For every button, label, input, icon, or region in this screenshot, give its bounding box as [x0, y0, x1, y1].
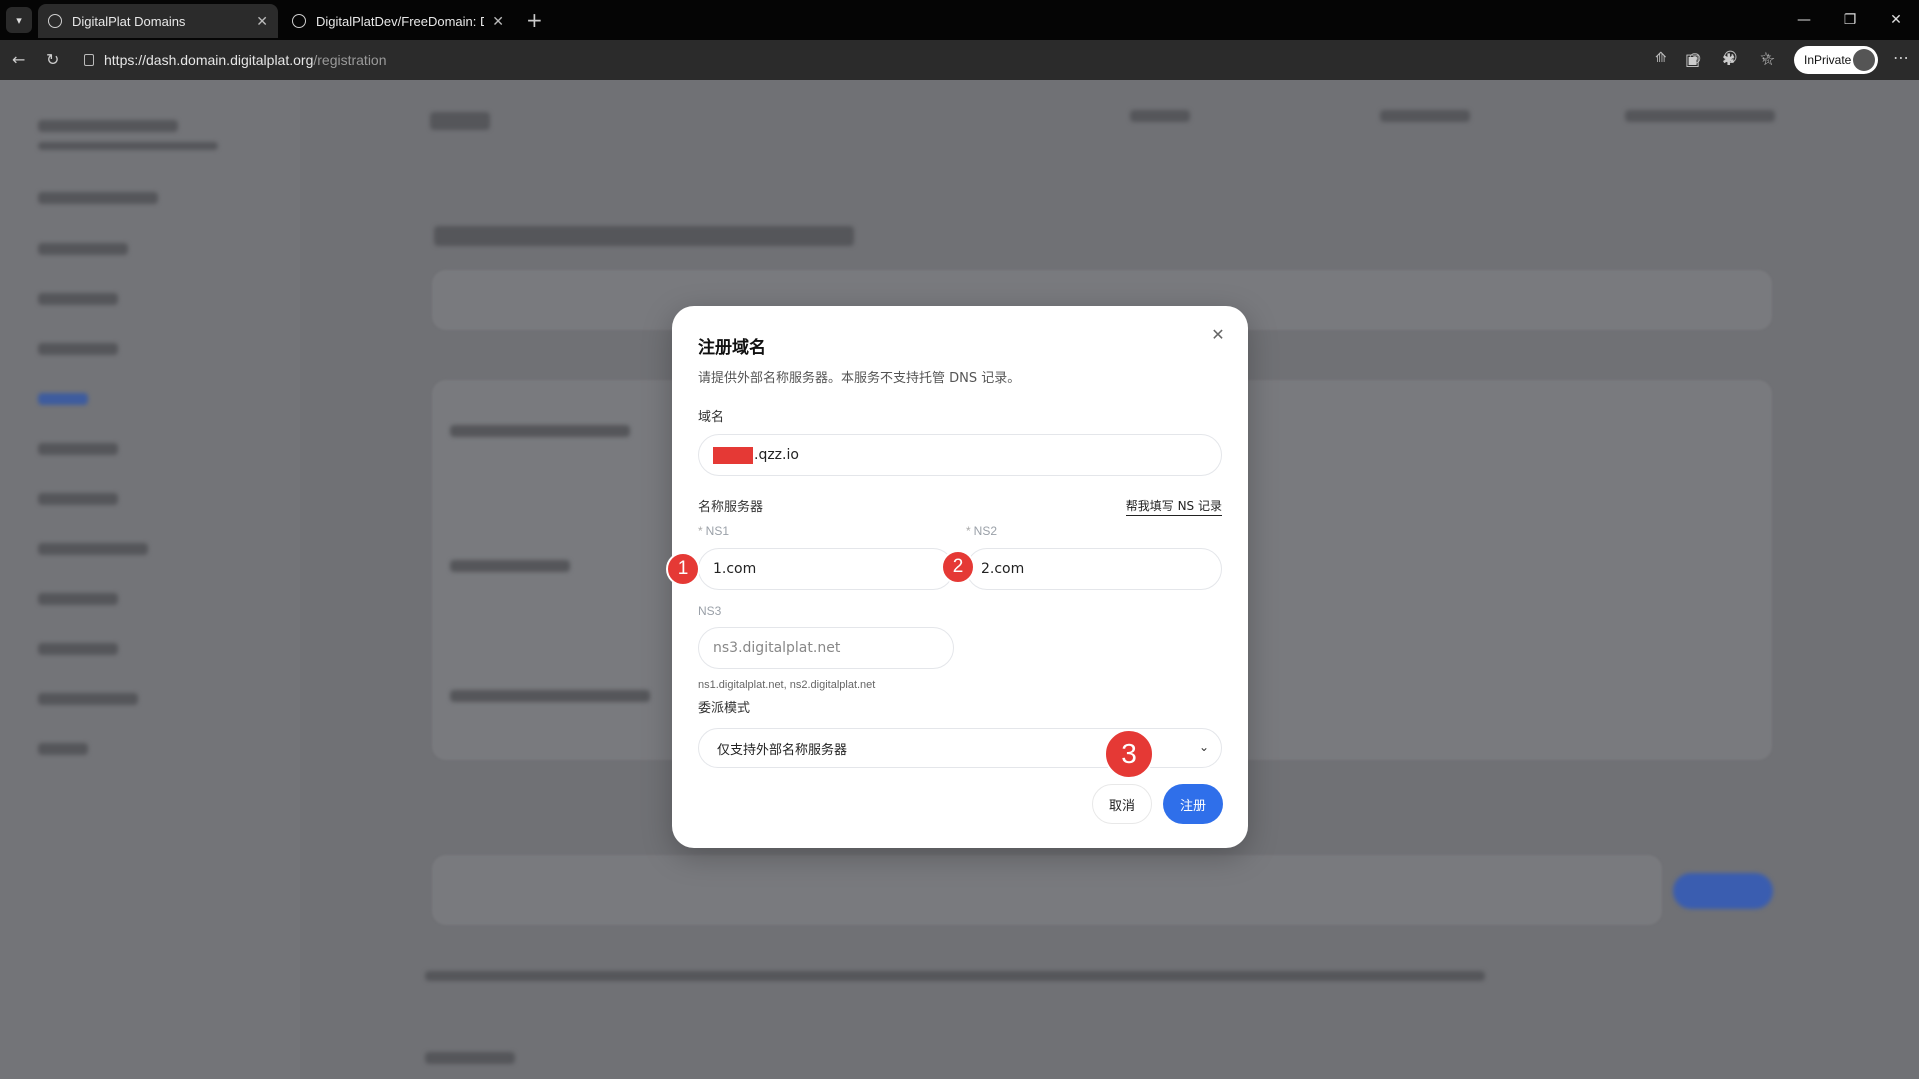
ns-hint: ns1.digitalplat.net, ns2.digitalplat.net: [698, 679, 876, 691]
url-path: /registration: [313, 52, 387, 68]
fill-ns-help-link[interactable]: 帮我填写 NS 记录: [1125, 497, 1222, 516]
ns2-input[interactable]: 2.com: [966, 548, 1222, 590]
close-tab-icon[interactable]: ✕: [492, 13, 504, 30]
required-mark: *: [966, 524, 971, 538]
more-options-icon[interactable]: ⋯: [1893, 48, 1909, 67]
required-mark: *: [698, 524, 703, 538]
ns3-value: ns3.digitalplat.net: [713, 640, 841, 656]
domain-suffix: .qzz.io: [754, 447, 799, 463]
browser-address-bar: ← ↻ https://dash.domain.digitalplat.org /…: [0, 40, 1919, 80]
refresh-icon[interactable]: ↻: [46, 50, 59, 69]
window-controls: — ❐ ✕: [1781, 0, 1919, 40]
dialog-description: 请提供外部名称服务器。本服务不支持托管 DNS 记录。: [698, 371, 1021, 386]
ns1-value: 1.com: [713, 561, 757, 577]
avatar: [1853, 49, 1875, 71]
back-icon[interactable]: ←: [12, 50, 25, 69]
ns2-value: 2.com: [981, 561, 1025, 577]
domain-label: 域名: [698, 410, 725, 425]
tab-github-freedomain[interactable]: DigitalPlatDev/FreeDomain: Digit ✕: [282, 4, 514, 38]
ns2-label: * NS2: [966, 524, 997, 538]
delegation-selected-value: 仅支持外部名称服务器: [717, 742, 848, 758]
translate-icon[interactable]: ⟰: [1655, 50, 1667, 66]
browser-tab-bar: ▾ DigitalPlat Domains ✕ DigitalPlatDev/F…: [0, 0, 1919, 40]
annotation-marker-1: 1: [666, 552, 700, 586]
tab-actions-menu-icon[interactable]: ▾: [6, 7, 32, 33]
ns2-label-text: NS2: [973, 524, 998, 538]
inprivate-badge[interactable]: InPrivate: [1794, 46, 1878, 74]
collections-icon[interactable]: ▣: [1685, 50, 1700, 69]
annotation-marker-2: 2: [941, 550, 975, 584]
lock-icon: [84, 54, 94, 66]
domain-input[interactable]: .qzz.io: [698, 434, 1222, 476]
nameserver-label: 名称服务器: [698, 500, 764, 515]
redacted-block: [713, 446, 753, 464]
globe-icon: [48, 14, 62, 28]
minimize-icon[interactable]: —: [1781, 0, 1827, 40]
github-icon: [292, 14, 306, 28]
cancel-button[interactable]: 取消: [1092, 784, 1152, 824]
background-sidebar: [0, 80, 300, 1079]
url-main: https://dash.domain.digitalplat.org: [104, 52, 314, 68]
tab-title: DigitalPlat Domains: [72, 13, 186, 29]
favorites-icon[interactable]: ☆: [1761, 50, 1775, 69]
close-tab-icon[interactable]: ✕: [256, 13, 268, 30]
ns3-input[interactable]: ns3.digitalplat.net: [698, 627, 954, 669]
tab-title: DigitalPlatDev/FreeDomain: Digit: [316, 13, 484, 29]
annotation-marker-3: 3: [1104, 729, 1154, 779]
tab-digitalplat-domains[interactable]: DigitalPlat Domains ✕: [38, 4, 278, 38]
register-button[interactable]: 注册: [1163, 784, 1223, 824]
chevron-down-icon: ⌄: [1198, 740, 1209, 754]
ns1-label: * NS1: [698, 524, 729, 538]
ns1-input[interactable]: 1.com: [698, 548, 954, 590]
browser-toolbar: ⟰ ◎ ☺ ☆: [1655, 50, 1772, 66]
close-icon[interactable]: ✕: [1208, 324, 1228, 344]
new-tab-icon[interactable]: +: [526, 8, 543, 32]
close-window-icon[interactable]: ✕: [1873, 0, 1919, 40]
ns3-label: NS3: [698, 604, 722, 618]
ns1-label-text: NS1: [705, 524, 730, 538]
dialog-title: 注册域名: [698, 338, 766, 358]
delegation-label: 委派模式: [698, 701, 751, 716]
extensions-icon[interactable]: ✱: [1722, 50, 1735, 69]
url-field[interactable]: https://dash.domain.digitalplat.org/regi…: [78, 46, 1578, 74]
restore-icon[interactable]: ❐: [1827, 0, 1873, 40]
inprivate-label: InPrivate: [1804, 53, 1852, 67]
